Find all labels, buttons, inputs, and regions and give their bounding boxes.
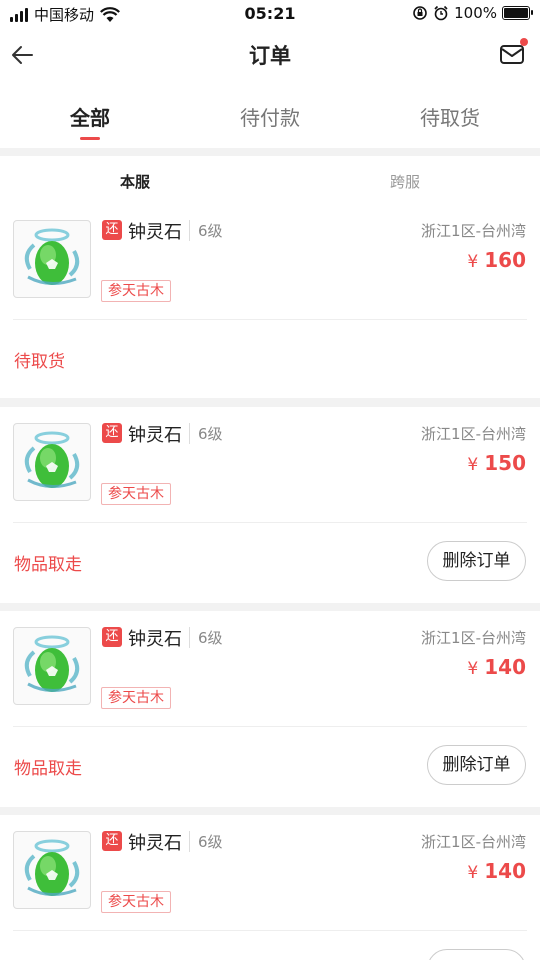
item-level: 6级 [189,423,223,444]
order-tabs: 全部 待付款 待取货 [0,80,540,148]
status-right: 100% [412,4,533,22]
price-amount: 140 [484,859,526,883]
item-level: 6级 [189,831,223,852]
spirit-stone-icon [24,431,80,488]
price-amount: 160 [484,248,526,272]
return-badge: 还 [102,831,122,851]
item-name: 钟灵石 [128,222,182,243]
delete-order-button[interactable]: 删除订单 [427,745,526,785]
tab-active-indicator [80,137,100,140]
subtab-local-server[interactable]: 本服 [0,156,270,204]
price-amount: 140 [484,655,526,679]
item-price: ¥140 [467,655,526,679]
notification-dot [520,38,528,46]
item-level: 6级 [189,220,223,241]
item-level: 6级 [189,627,223,648]
order-card[interactable]: 还 钟灵石 6级 浙江1区-台州湾 ¥150 参天古木 物品取走 删除订单 [0,407,540,603]
back-arrow-icon[interactable] [8,40,38,70]
currency-symbol: ¥ [467,659,479,679]
tab-pending-payment-label: 待付款 [240,106,300,130]
item-name: 钟灵石 [128,629,182,650]
item-tag: 参天古木 [101,687,171,709]
alarm-icon [434,5,448,21]
server-name: 浙江1区-台州湾 [421,222,526,240]
item-thumbnail[interactable] [13,220,91,298]
item-thumbnail[interactable] [13,627,91,705]
battery-icon [502,6,533,20]
item-tag: 参天古木 [101,280,171,302]
order-status: 物品取走 [14,759,82,779]
item-price: ¥140 [467,859,526,883]
server-name: 浙江1区-台州湾 [421,629,526,647]
tab-all-label: 全部 [70,106,110,130]
currency-symbol: ¥ [467,455,479,475]
order-status: 待取货 [14,352,65,372]
order-status: 物品取走 [14,555,82,575]
nav-bar: 订单 [0,30,540,80]
order-card[interactable]: 还 钟灵石 6级 浙江1区-台州湾 ¥140 参天古木 [0,815,540,960]
action-button-partial[interactable] [427,949,526,960]
return-badge: 还 [102,423,122,443]
currency-symbol: ¥ [467,863,479,883]
item-price: ¥150 [467,451,526,475]
server-subtabs: 本服 跨服 [0,156,540,204]
tab-all[interactable]: 全部 [0,80,180,148]
price-amount: 150 [484,451,526,475]
battery-fill [504,8,528,18]
card-divider [13,319,527,320]
orientation-lock-icon [413,6,427,20]
item-name: 钟灵石 [128,833,182,854]
server-name: 浙江1区-台州湾 [421,833,526,851]
page-title: 订单 [249,44,291,68]
item-thumbnail[interactable] [13,423,91,501]
server-name: 浙江1区-台州湾 [421,425,526,443]
item-thumbnail[interactable] [13,831,91,909]
spirit-stone-icon [24,228,80,285]
currency-symbol: ¥ [467,252,479,272]
order-card[interactable]: 还 钟灵石 6级 浙江1区-台州湾 ¥140 参天古木 物品取走 删除订单 [0,611,540,807]
spirit-stone-icon [24,839,80,896]
delete-order-button[interactable]: 删除订单 [427,541,526,581]
battery-percent: 100% [454,4,497,22]
subtab-cross-server[interactable]: 跨服 [270,156,540,204]
card-divider [13,522,527,523]
tab-pending-payment[interactable]: 待付款 [180,80,360,148]
spirit-stone-icon [24,635,80,692]
return-badge: 还 [102,627,122,647]
item-tag: 参天古木 [101,483,171,505]
message-button[interactable] [498,38,528,68]
card-divider [13,726,527,727]
item-price: ¥160 [467,248,526,272]
return-badge: 还 [102,220,122,240]
tab-pending-pickup[interactable]: 待取货 [360,80,540,148]
status-bar: 中国移动 05:21 100% [0,0,540,30]
card-divider [13,930,527,931]
tab-pending-pickup-label: 待取货 [420,106,480,130]
item-name: 钟灵石 [128,425,182,446]
order-card[interactable]: 还 钟灵石 6级 浙江1区-台州湾 ¥160 参天古木 待取货 [0,204,540,398]
item-tag: 参天古木 [101,891,171,913]
